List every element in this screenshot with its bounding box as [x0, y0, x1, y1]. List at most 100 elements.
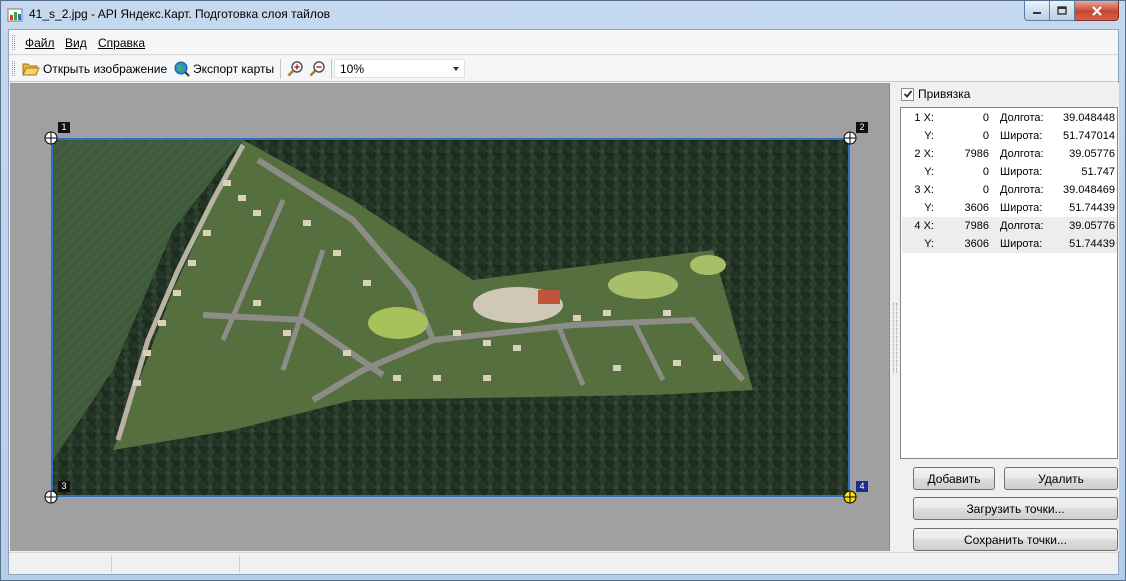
point-pixel-value: 3606: [964, 202, 989, 214]
marker-1[interactable]: [44, 131, 58, 145]
point-geo-label: Широта:: [1000, 130, 1043, 142]
splitter-grip: [893, 303, 897, 373]
point-geo-value: 51.74439: [1069, 238, 1115, 250]
export-map-button[interactable]: Экспорт карты: [174, 59, 274, 79]
table-row[interactable]: 4 X: 7986 Долгота: 39.05776: [902, 217, 1117, 235]
chevron-down-icon: [453, 67, 459, 71]
toolbar-separator-2: [331, 59, 332, 79]
table-row[interactable]: Y: 0 Широта: 51.747014: [902, 127, 1117, 145]
point-geo-value: 51.747014: [1063, 130, 1115, 142]
zoom-in-icon: [287, 61, 303, 77]
minimize-button[interactable]: [1024, 1, 1050, 21]
point-axis-label: Y:: [924, 130, 934, 142]
point-axis-label: 1 X:: [914, 112, 934, 124]
point-geo-value: 51.74439: [1069, 202, 1115, 214]
table-row[interactable]: 3 X: 0 Долгота: 39.048469: [902, 181, 1117, 199]
add-point-button[interactable]: Добавить: [913, 467, 995, 490]
crosshair-icon: [843, 490, 857, 504]
point-pixel-value: 7986: [964, 148, 989, 160]
marker-2[interactable]: [843, 131, 857, 145]
close-button[interactable]: [1075, 1, 1119, 21]
point-geo-label: Широта:: [1000, 238, 1043, 250]
zoom-select[interactable]: 10%: [334, 59, 465, 78]
table-row[interactable]: Y: 3606 Широта: 51.74439: [902, 235, 1117, 253]
aerial-image: [53, 140, 848, 495]
menu-help[interactable]: Справка: [98, 36, 145, 50]
point-geo-value: 51.747: [1081, 166, 1115, 178]
point-pixel-value: 0: [982, 130, 989, 142]
maximize-button[interactable]: [1050, 1, 1075, 21]
table-row[interactable]: Y: 3606 Широта: 51.74439: [902, 199, 1117, 217]
caption-buttons: [1024, 1, 1119, 21]
point-pixel-value: 0: [982, 112, 989, 124]
marker-4[interactable]: [843, 490, 857, 504]
point-pixel-value: 3606: [964, 238, 989, 250]
zoom-out-button[interactable]: [309, 59, 327, 79]
map-image[interactable]: [51, 138, 850, 497]
point-geo-label: Долгота:: [1000, 148, 1044, 160]
point-axis-label: 4 X:: [914, 220, 934, 232]
point-axis-label: Y:: [924, 238, 934, 250]
app-icon: [7, 8, 23, 22]
marker-3-label: 3: [58, 481, 70, 492]
marker-3[interactable]: [44, 490, 58, 504]
points-list[interactable]: 1 X: 0 Долгота: 39.048448 Y: 0 Широта: 51.74701…: [900, 107, 1118, 459]
save-points-button[interactable]: Сохранить точки...: [913, 528, 1118, 551]
menu-help-label: Справка: [98, 36, 146, 50]
close-icon: [1091, 5, 1102, 16]
point-geo-label: Долгота:: [1000, 112, 1044, 124]
table-row[interactable]: 2 X: 7986 Долгота: 39.05776: [902, 145, 1117, 163]
export-map-label: Экспорт карты: [193, 62, 275, 76]
crosshair-icon: [843, 131, 857, 145]
folder-open-icon: [22, 63, 40, 76]
client-area: Файл Вид Справка Открыть изображение Экс…: [8, 29, 1119, 575]
marker-4-label: 4: [856, 481, 868, 492]
minimize-icon: [1033, 11, 1041, 14]
point-geo-value: 39.05776: [1069, 148, 1115, 160]
point-pixel-value: 0: [982, 184, 989, 196]
toolbar-separator: [280, 59, 281, 79]
point-geo-value: 39.048448: [1063, 112, 1115, 124]
point-axis-label: 3 X:: [914, 184, 934, 196]
snap-label: Привязка: [918, 87, 971, 101]
table-row[interactable]: Y: 0 Широта: 51.747: [902, 163, 1117, 181]
load-points-button[interactable]: Загрузить точки...: [913, 497, 1118, 520]
globe-icon: [174, 61, 190, 77]
status-segment: [9, 555, 112, 572]
zoom-out-icon: [309, 61, 325, 77]
table-row[interactable]: 1 X: 0 Долгота: 39.048448: [902, 109, 1117, 127]
window-title: 41_s_2.jpg - API Яндекс.Карт. Подготовка…: [29, 7, 331, 21]
crosshair-icon: [44, 131, 58, 145]
toolbar: Открыть изображение Экспорт карты 10%: [9, 56, 1118, 82]
snap-checkbox[interactable]: Привязка: [901, 87, 970, 101]
point-geo-label: Широта:: [1000, 202, 1043, 214]
point-axis-label: 2 X:: [914, 148, 934, 160]
zoom-value: 10%: [340, 61, 365, 76]
toolbar-grip[interactable]: [12, 61, 15, 76]
menu-view-label: Вид: [65, 36, 87, 50]
app-window: 41_s_2.jpg - API Яндекс.Карт. Подготовка…: [0, 0, 1126, 581]
menu-grip[interactable]: [12, 35, 15, 50]
menu-view[interactable]: Вид: [65, 36, 87, 50]
maximize-icon: [1057, 6, 1067, 15]
point-geo-label: Долгота:: [1000, 184, 1044, 196]
delete-point-button[interactable]: Удалить: [1004, 467, 1118, 490]
menu-file-label: Файл: [25, 36, 55, 50]
zoom-in-button[interactable]: [287, 59, 305, 79]
title-bar[interactable]: 41_s_2.jpg - API Яндекс.Карт. Подготовка…: [1, 1, 1125, 29]
image-canvas[interactable]: 1 2 3 4: [10, 83, 890, 551]
point-pixel-value: 7986: [964, 220, 989, 232]
checkbox[interactable]: [901, 87, 914, 101]
points-panel: Привязка 1 X: 0 Долгота: 39.048448 Y: 0 Широта…: [898, 83, 1119, 551]
point-geo-value: 39.05776: [1069, 220, 1115, 232]
status-segment: [112, 555, 240, 572]
menu-bar: Файл Вид Справка: [9, 30, 1118, 55]
point-geo-label: Широта:: [1000, 166, 1043, 178]
open-image-button[interactable]: Открыть изображение: [22, 59, 167, 79]
open-image-label: Открыть изображение: [43, 62, 168, 76]
crosshair-icon: [44, 490, 58, 504]
point-geo-label: Долгота:: [1000, 220, 1044, 232]
menu-file[interactable]: Файл: [25, 36, 55, 50]
point-pixel-value: 0: [982, 166, 989, 178]
checkmark-icon: [903, 90, 912, 98]
